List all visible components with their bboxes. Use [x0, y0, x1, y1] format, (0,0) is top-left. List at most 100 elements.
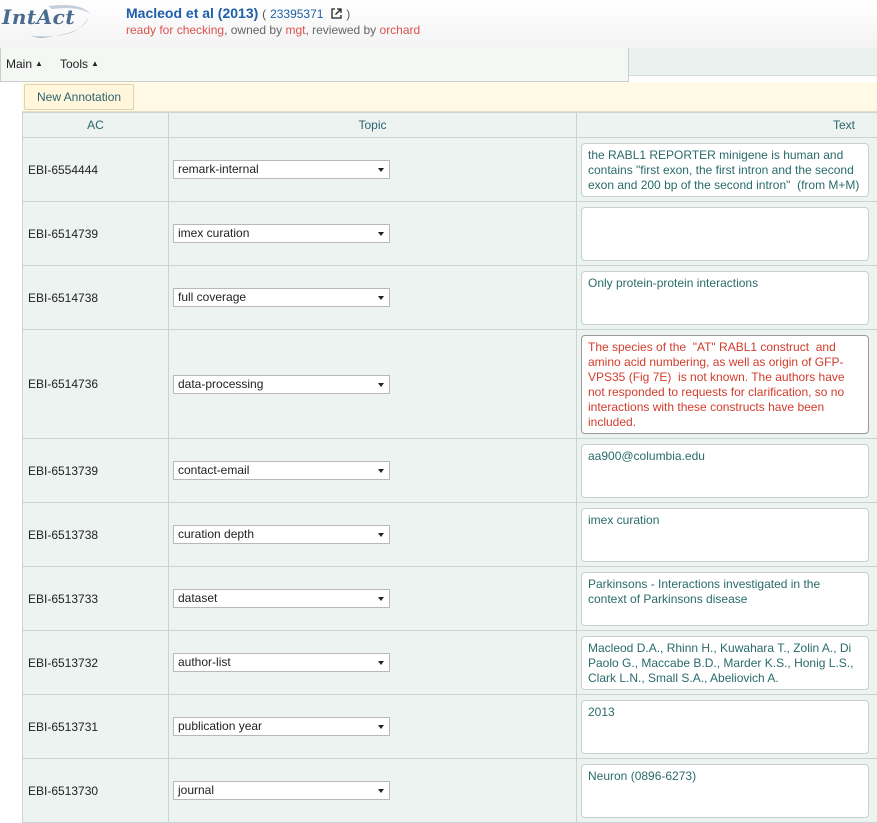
ac-cell: EBI-6514736	[23, 330, 169, 439]
table-row: EBI-6513732 author-list Macleod D.A., Rh…	[23, 631, 877, 695]
topic-select[interactable]: contact-email	[173, 461, 390, 480]
table-row: EBI-6513739 contact-email aa900@columbia…	[23, 439, 877, 503]
table-row: EBI-6514738 full coverage Only protein-p…	[23, 266, 877, 330]
paren-close: )	[346, 7, 350, 21]
topic-select[interactable]: journal	[173, 781, 390, 800]
topic-select[interactable]: remark-internal	[173, 160, 390, 179]
ac-cell: EBI-6513731	[23, 695, 169, 759]
owner-name: mgt	[285, 23, 305, 37]
topic-select[interactable]: dataset	[173, 589, 390, 608]
annotation-text-field[interactable]: aa900@columbia.edu	[581, 444, 869, 498]
ac-cell: EBI-6513732	[23, 631, 169, 695]
topic-cell: dataset	[169, 567, 577, 631]
chevron-down-icon	[378, 296, 384, 300]
text-cell: The species of the "AT" RABL1 construct …	[577, 330, 877, 439]
topic-select-value: imex curation	[178, 226, 249, 240]
chevron-down-icon	[378, 789, 384, 793]
menu-bar-filler	[629, 48, 877, 76]
topic-select-value: dataset	[178, 591, 217, 605]
text-cell: Neuron (0896-6273)	[577, 759, 877, 823]
menu-main-label: Main	[6, 57, 32, 71]
table-row: EBI-6513730 journal Neuron (0896-6273)	[23, 759, 877, 823]
topic-cell: contact-email	[169, 439, 577, 503]
table-header-row: AC Topic Text	[23, 113, 877, 138]
topic-select[interactable]: curation depth	[173, 525, 390, 544]
annotations-table: AC Topic Text EBI-6554444 remark-interna…	[22, 112, 877, 823]
text-cell: aa900@columbia.edu	[577, 439, 877, 503]
intact-logo[interactable]: IntAct	[0, 0, 92, 42]
table-row: EBI-6513738 curation depth imex curation	[23, 503, 877, 567]
caret-up-icon: ▲	[35, 59, 43, 68]
table-row: EBI-6514739 imex curation	[23, 202, 877, 266]
table-row: EBI-6514736 data-processing The species …	[23, 330, 877, 439]
ac-cell: EBI-6514739	[23, 202, 169, 266]
table-row: EBI-6513731 publication year 2013	[23, 695, 877, 759]
chevron-down-icon	[378, 383, 384, 387]
text-cell: 2013	[577, 695, 877, 759]
external-link-icon[interactable]	[331, 8, 342, 19]
topic-select-value: journal	[178, 783, 214, 797]
chevron-down-icon	[378, 232, 384, 236]
topic-cell: data-processing	[169, 330, 577, 439]
chevron-down-icon	[378, 597, 384, 601]
annotation-text-field[interactable]: the RABL1 REPORTER minigene is human and…	[581, 143, 869, 197]
status-text: ready for checking	[126, 23, 224, 37]
topic-select-value: curation depth	[178, 527, 254, 541]
topic-select[interactable]: full coverage	[173, 288, 390, 307]
topic-cell: publication year	[169, 695, 577, 759]
text-cell: the RABL1 REPORTER minigene is human and…	[577, 138, 877, 202]
chevron-down-icon	[378, 725, 384, 729]
pubmed-id-link[interactable]: 23395371	[270, 7, 323, 21]
topic-cell: full coverage	[169, 266, 577, 330]
chevron-down-icon	[378, 168, 384, 172]
topic-cell: remark-internal	[169, 138, 577, 202]
menu-main[interactable]: Main▲	[6, 57, 43, 71]
text-cell: Parkinsons - Interactions investigated i…	[577, 567, 877, 631]
topic-select[interactable]: imex curation	[173, 224, 390, 243]
annotation-text-field[interactable]: Neuron (0896-6273)	[581, 764, 869, 818]
annotation-text-field[interactable]: 2013	[581, 700, 869, 754]
topic-select-value: author-list	[178, 655, 231, 669]
menu-tools-label: Tools	[60, 57, 88, 71]
text-cell: Macleod D.A., Rhinn H., Kuwahara T., Zol…	[577, 631, 877, 695]
ac-cell: EBI-6513730	[23, 759, 169, 823]
annotation-toolbar: New Annotation	[22, 82, 877, 112]
ac-cell: EBI-6513739	[23, 439, 169, 503]
topic-select[interactable]: author-list	[173, 653, 390, 672]
paren-open: (	[262, 7, 266, 21]
annotation-text-field[interactable]: The species of the "AT" RABL1 construct …	[581, 335, 869, 434]
column-header-ac[interactable]: AC	[23, 113, 169, 138]
topic-select-value: data-processing	[178, 377, 263, 391]
topic-select[interactable]: publication year	[173, 717, 390, 736]
annotation-text-field[interactable]: Macleod D.A., Rhinn H., Kuwahara T., Zol…	[581, 636, 869, 690]
topic-select-value: contact-email	[178, 463, 249, 477]
topic-select-value: publication year	[178, 719, 262, 733]
annotation-text-field[interactable]: Only protein-protein interactions	[581, 271, 869, 325]
annotation-text-field[interactable]	[581, 207, 869, 261]
annotation-text-field[interactable]: Parkinsons - Interactions investigated i…	[581, 572, 869, 626]
new-annotation-button[interactable]: New Annotation	[24, 84, 134, 110]
owned-by-label: , owned by	[224, 23, 282, 37]
text-cell: Only protein-protein interactions	[577, 266, 877, 330]
topic-cell: author-list	[169, 631, 577, 695]
reviewer-name: orchard	[380, 23, 421, 37]
chevron-down-icon	[378, 469, 384, 473]
text-cell	[577, 202, 877, 266]
publication-title[interactable]: Macleod et al (2013)	[126, 5, 258, 21]
table-row: EBI-6513733 dataset Parkinsons - Interac…	[23, 567, 877, 631]
ac-cell: EBI-6514738	[23, 266, 169, 330]
menu-tools[interactable]: Tools▲	[60, 57, 99, 71]
caret-up-icon: ▲	[91, 59, 99, 68]
topic-select-value: full coverage	[178, 290, 246, 304]
topic-cell: journal	[169, 759, 577, 823]
table-row: EBI-6554444 remark-internal the RABL1 RE…	[23, 138, 877, 202]
chevron-down-icon	[378, 533, 384, 537]
column-header-text[interactable]: Text	[577, 113, 877, 138]
ac-cell: EBI-6554444	[23, 138, 169, 202]
topic-cell: imex curation	[169, 202, 577, 266]
header: IntAct Macleod et al (2013) ( 23395371 )…	[0, 0, 877, 48]
publication-title-line: Macleod et al (2013) ( 23395371 )	[126, 5, 350, 21]
annotation-text-field[interactable]: imex curation	[581, 508, 869, 562]
topic-select[interactable]: data-processing	[173, 375, 390, 394]
column-header-topic[interactable]: Topic	[169, 113, 577, 138]
